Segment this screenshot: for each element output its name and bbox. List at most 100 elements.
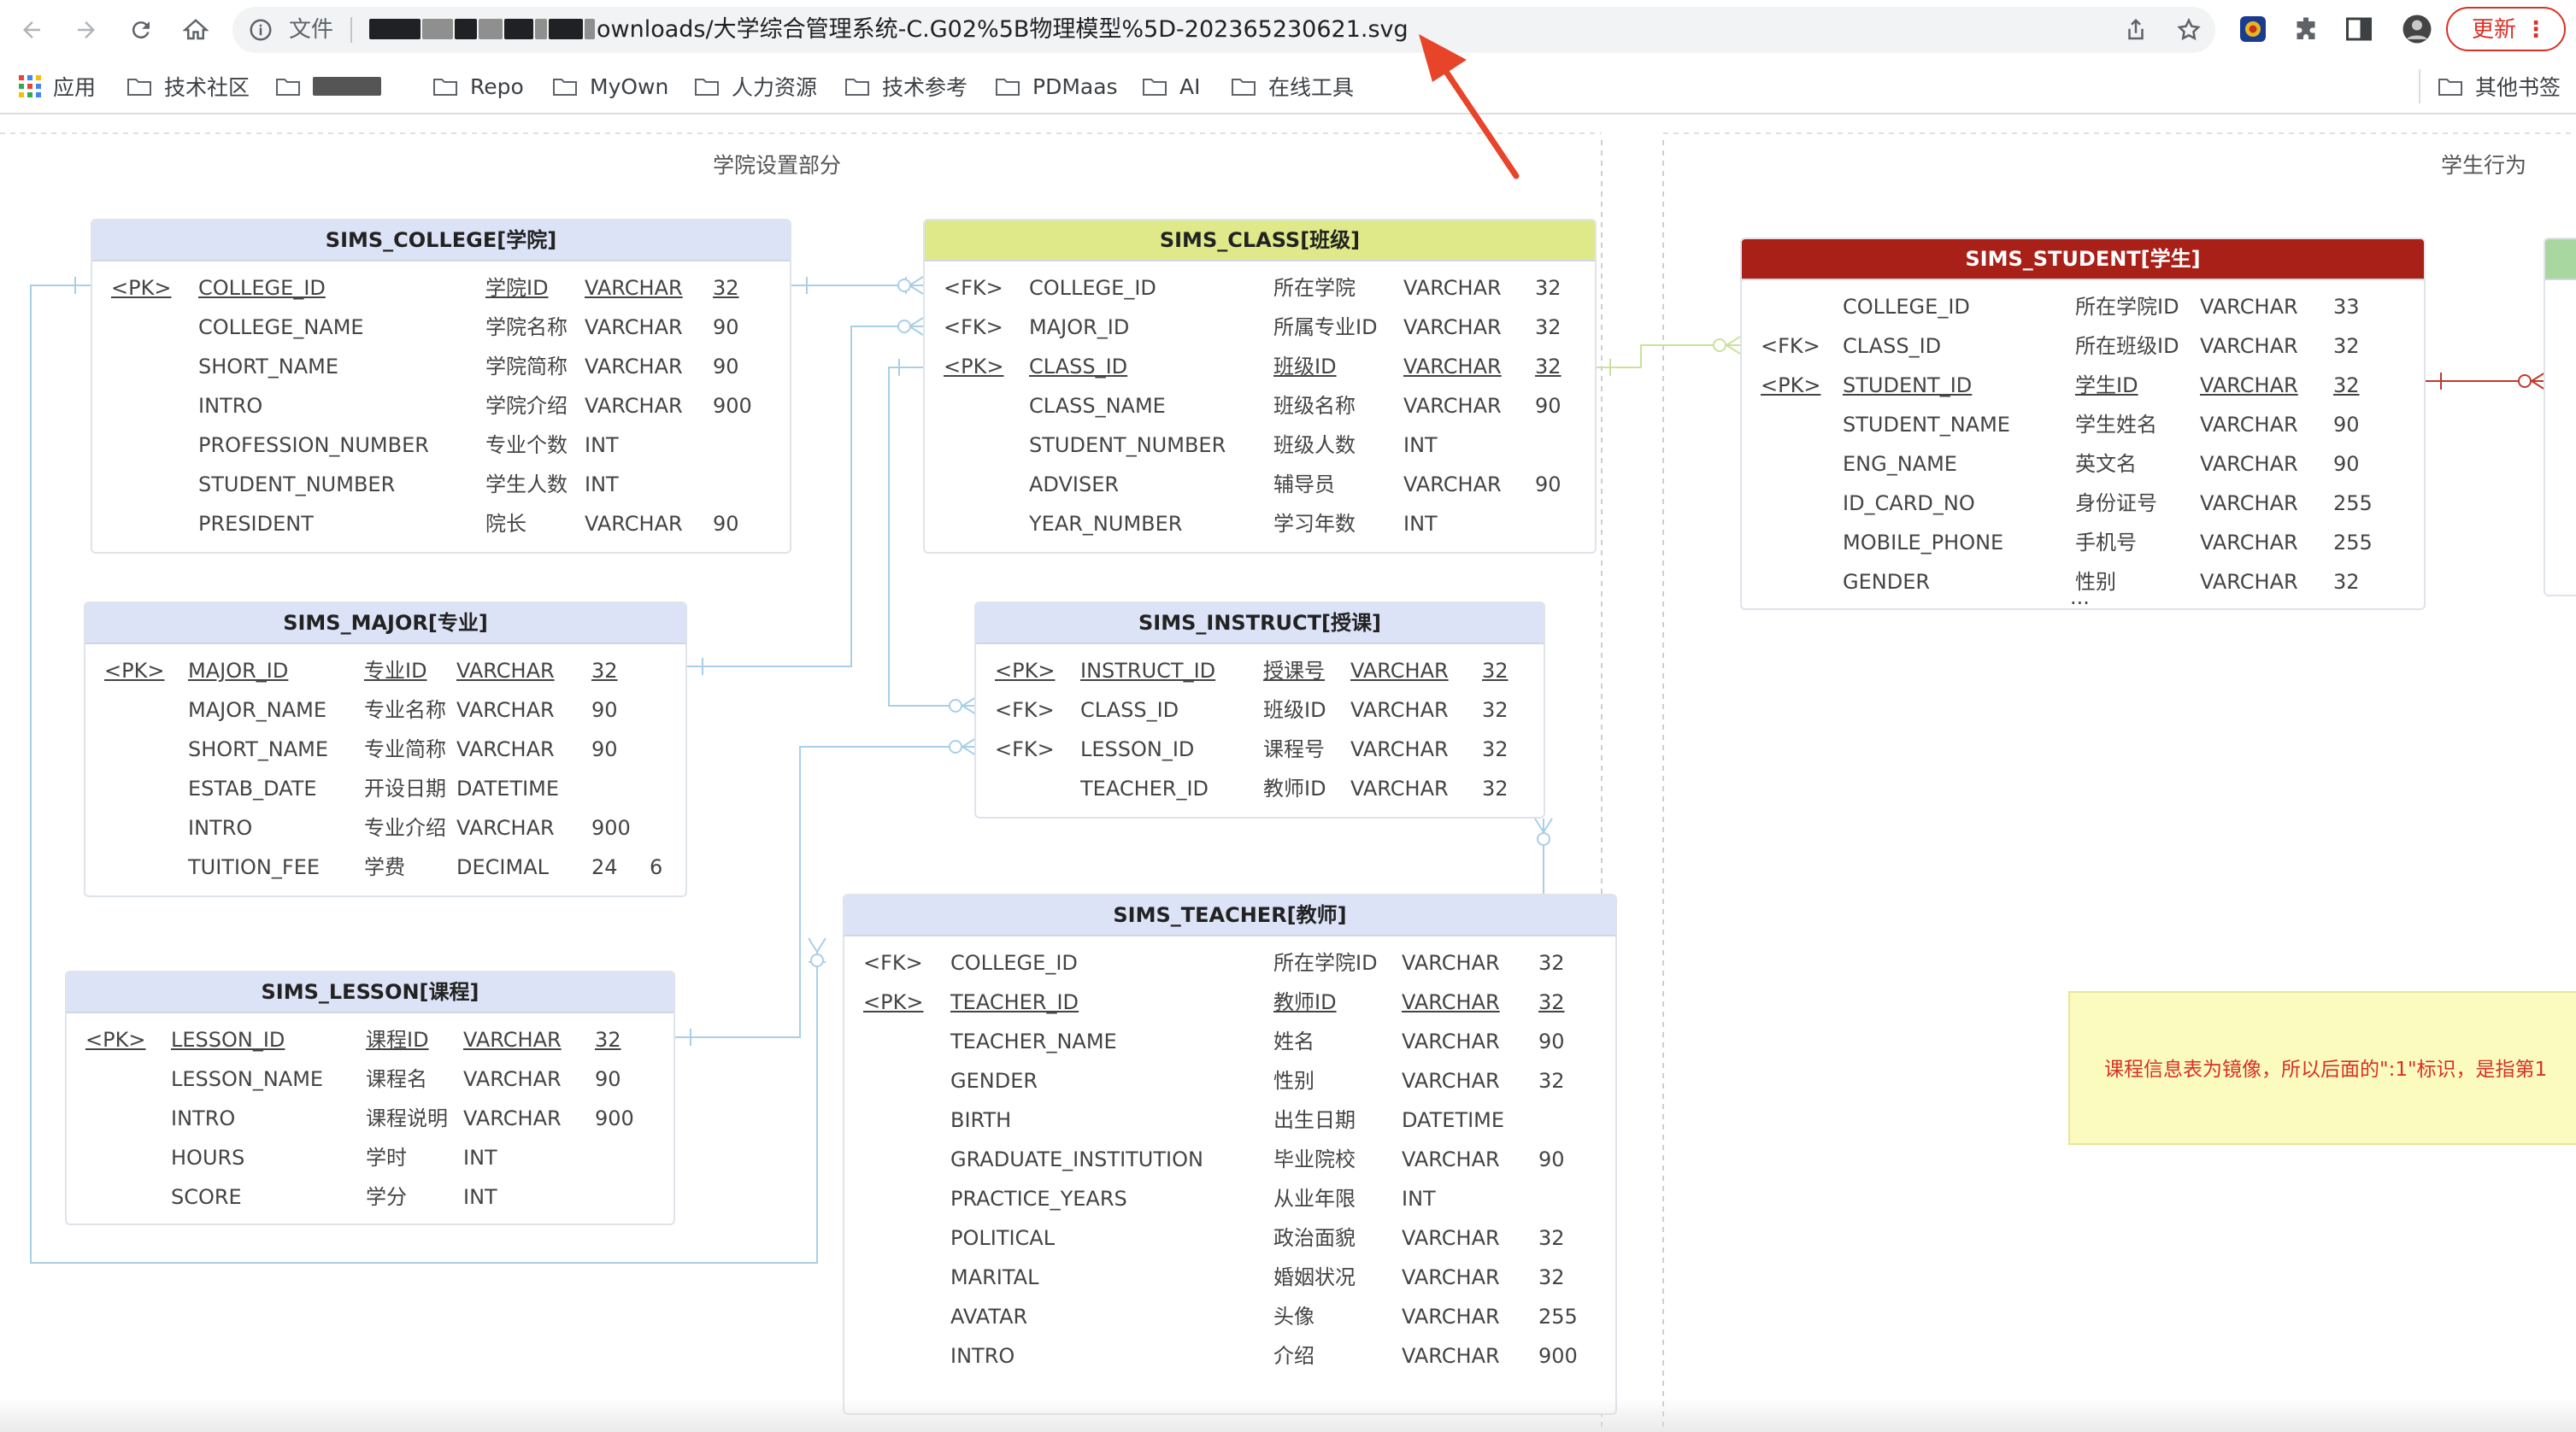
other-bookmarks[interactable]: 其他书签	[2419, 69, 2561, 103]
bookmark-folder[interactable]: PDMaas	[995, 60, 1118, 113]
home-button[interactable]	[174, 9, 217, 51]
redacted-text	[313, 77, 381, 96]
field-length: 32	[2333, 570, 2360, 594]
entity-teacher[interactable]: SIMS_TEACHER[教师] <FK> COLLEGE_ID 所在学院ID VAR…	[843, 894, 1617, 1415]
side-panel-icon[interactable]	[2344, 14, 2374, 44]
field-type: VARCHAR	[585, 512, 683, 536]
field-length: 32	[1482, 777, 1509, 801]
field-length: 90	[1538, 1147, 1565, 1171]
avatar-icon[interactable]	[2402, 14, 2432, 44]
field-comment: 专业简称	[364, 737, 446, 761]
field-scale: 6	[650, 855, 663, 879]
field-comment: 政治面貌	[1273, 1226, 1356, 1250]
field-row: YEAR_NUMBER 学习年数 INT	[925, 504, 1595, 543]
folder-icon	[996, 79, 1020, 96]
field-row: <FK> COLLEGE_ID 所在学院 VARCHAR 32	[925, 268, 1595, 308]
entity-lesson[interactable]: SIMS_LESSON[课程] <PK> LESSON_ID 课程ID VARCHAR…	[65, 971, 675, 1225]
field-type: VARCHAR	[1403, 472, 1502, 496]
field-type: VARCHAR	[2200, 531, 2298, 555]
more-vert-icon: ⋮	[2525, 17, 2547, 43]
reload-button[interactable]	[120, 9, 162, 51]
entity-student[interactable]: SIMS_STUDENT[学生] COLLEGE_ID 所在学院ID VARCHAR…	[1740, 238, 2426, 610]
field-row: INTRO 专业介绍 VARCHAR 900	[85, 808, 685, 848]
field-name: ADVISER	[1029, 472, 1120, 496]
bookmark-folder[interactable]	[275, 60, 381, 113]
entity-title	[2545, 239, 2576, 280]
field-length: 900	[713, 394, 752, 418]
field-key: <PK>	[111, 276, 172, 300]
folder-icon	[1143, 79, 1167, 96]
field-length: 32	[1482, 659, 1509, 683]
field-row: INTRO 课程说明 VARCHAR 900	[67, 1099, 673, 1138]
field-comment: 学生ID	[2075, 373, 2138, 397]
field-comment: 手机号	[2075, 531, 2137, 555]
field-length: 33	[2333, 295, 2360, 319]
field-length: 32	[1538, 990, 1565, 1014]
cardinality-mark	[2518, 374, 2532, 388]
field-type: VARCHAR	[456, 737, 555, 761]
share-icon[interactable]	[2123, 17, 2149, 43]
entity-title: SIMS_LESSON[课程]	[67, 972, 673, 1013]
bookmark-folder[interactable]: 技术社区	[126, 60, 250, 113]
field-length: 32	[1538, 1226, 1565, 1250]
field-name: CLASS_ID	[1029, 355, 1128, 379]
entity-class[interactable]: SIMS_CLASS[班级] <FK> COLLEGE_ID 所在学院 VARCHAR…	[923, 219, 1597, 554]
bookmark-folder[interactable]: MyOwn	[552, 60, 668, 113]
divider	[350, 17, 352, 43]
reload-icon	[132, 21, 150, 39]
forward-button[interactable]	[65, 9, 108, 51]
redacted-text	[369, 19, 421, 39]
bookmark-folder[interactable]: AI	[1142, 60, 1200, 113]
field-length: 32	[2333, 373, 2360, 397]
field-row: STUDENT_NAME 学生姓名 VARCHAR 90	[1742, 405, 2424, 444]
field-comment: 婚姻状况	[1273, 1265, 1356, 1289]
info-icon[interactable]	[248, 17, 273, 43]
entity-college[interactable]: SIMS_COLLEGE[学院] <PK> COLLEGE_ID 学院ID VARCH…	[91, 219, 791, 554]
field-row: ADVISER 辅导员 VARCHAR 90	[925, 465, 1595, 504]
field-row: SHORT_NAME 学院简称 VARCHAR 90	[92, 347, 790, 386]
url-text[interactable]: ownloads/大学综合管理系统-C.G02%5B物理模型%5D-202365…	[369, 7, 1409, 53]
puzzle-icon[interactable]	[2291, 14, 2321, 44]
entity-major[interactable]: SIMS_MAJOR[专业] <PK> MAJOR_ID 专业ID VARCHAR 32…	[84, 602, 687, 897]
field-comment: 所在学院	[1273, 276, 1356, 300]
address-bar[interactable]: 文件 ownloads/大学综合管理系统-C.G02%5B物理模型%5D-202…	[232, 7, 2215, 53]
field-name: STUDENT_NAME	[1843, 413, 2010, 437]
bookmark-folder[interactable]: 在线工具	[1231, 60, 1354, 113]
field-row: TEACHER_ID 教师ID VARCHAR 32	[976, 769, 1544, 808]
field-type: VARCHAR	[463, 1028, 562, 1052]
bookmark-label: 应用	[53, 75, 97, 100]
bookmark-label: Repo	[470, 73, 524, 99]
field-comment: 出生日期	[1273, 1108, 1356, 1132]
field-comment: 开设日期	[364, 777, 446, 801]
field-row: <FK> CLASS_ID 所在班级ID VARCHAR 32	[1742, 326, 2424, 366]
field-length: 32	[1538, 1069, 1565, 1093]
field-length: 32	[2333, 334, 2360, 358]
field-type: DATETIME	[1402, 1108, 1505, 1132]
field-row: LESSON_NAME 课程名 VARCHAR 90	[67, 1059, 673, 1099]
bookmark-folder[interactable]: 技术参考	[844, 60, 967, 113]
cardinality-mark	[897, 320, 911, 333]
folder-icon	[433, 79, 457, 96]
update-button[interactable]: 更新 ⋮	[2446, 7, 2566, 51]
star-icon[interactable]	[2176, 17, 2202, 43]
bookmark-label: AI	[1179, 73, 1201, 99]
field-name: LESSON_ID	[1080, 737, 1195, 761]
field-name: COLLEGE_ID	[198, 276, 326, 300]
diagram-note[interactable]: 课程信息表为镜像，所以后面的":1"标识，是指第1	[2068, 991, 2576, 1145]
bookmark-folder[interactable]: Repo	[432, 60, 524, 113]
entity-offscreen[interactable]	[2544, 238, 2576, 596]
field-name: COLLEGE_ID	[1029, 276, 1156, 300]
field-length: 90	[591, 737, 618, 761]
field-name: MAJOR_NAME	[188, 698, 327, 722]
extension-color-icon[interactable]	[2238, 14, 2268, 44]
bookmark-folder[interactable]: 人力资源	[694, 60, 817, 113]
bookmark-apps[interactable]: 应用	[19, 60, 96, 113]
field-name: GRADUATE_INSTITUTION	[950, 1147, 1203, 1171]
field-name: PRESIDENT	[198, 512, 314, 536]
field-type: INT	[463, 1146, 497, 1170]
back-button[interactable]	[10, 9, 53, 51]
field-length: 255	[1538, 1305, 1578, 1329]
field-row: PRESIDENT 院长 VARCHAR 90	[92, 504, 790, 543]
field-comment: 班级人数	[1273, 433, 1356, 457]
entity-instruct[interactable]: SIMS_INSTRUCT[授课] <PK> INSTRUCT_ID 授课号 VARC…	[974, 602, 1545, 819]
